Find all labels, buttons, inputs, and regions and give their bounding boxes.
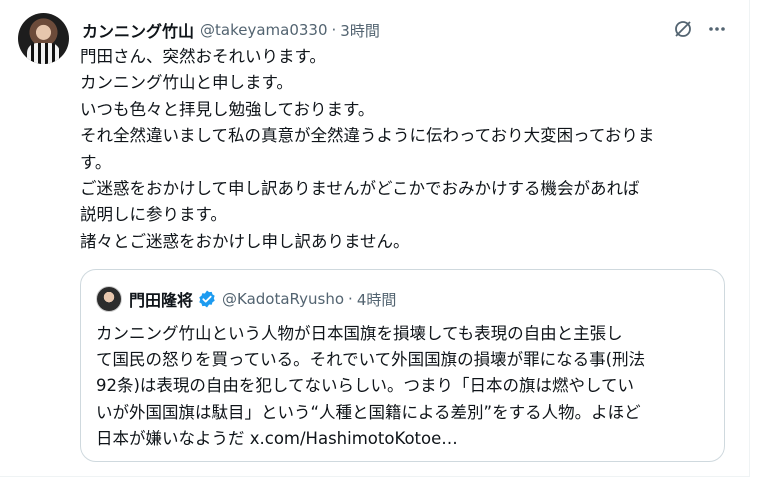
- quoted-text-line: いが外国国旗は駄目」という“人種と国籍による差別”をする人物。よほど: [96, 402, 641, 422]
- author-handle[interactable]: @takeyama0330: [200, 21, 328, 39]
- timeline-border-right: [749, 0, 750, 477]
- quoted-text-line: 日本が嫌いなようだ x.com/HashimotoKotoe…: [96, 428, 458, 448]
- grok-button[interactable]: [672, 18, 694, 40]
- grok-icon: [675, 21, 691, 37]
- tweet-text-line: ご迷惑をおかけして申し訳ありませんがどこかでおみかけする機会があれば: [80, 179, 640, 199]
- author-avatar[interactable]: [18, 13, 69, 64]
- quoted-author-name[interactable]: 門田隆将: [129, 287, 193, 311]
- more-options-button[interactable]: [706, 18, 728, 40]
- quoted-tweet-text: カンニング竹山という人物が日本国旗を損壊しても表現の自由と主張し て国民の怒りを…: [96, 321, 716, 452]
- tweet-text: 門田さん、突然おそれいります。 カンニング竹山と申します。 いつも色々と拝見し勉…: [80, 44, 732, 255]
- tweet-text-line: す。: [80, 152, 112, 172]
- tweet-text-line: それ全然違いまして私の真意が全然違うように伝わっており大変困っておりま: [80, 126, 655, 146]
- tweet-header: カンニング竹山 @takeyama0330 · 3時間: [82, 19, 380, 41]
- quoted-header-separator: ·: [348, 290, 353, 308]
- quoted-tweet-header: 門田隆将 @KadotaRyusho · 4時間: [129, 288, 396, 310]
- tweet-text-line: いつも色々と拝見し勉強しております。: [80, 99, 375, 119]
- author-name[interactable]: カンニング竹山: [82, 18, 194, 42]
- quoted-text-line: カンニング竹山という人物が日本国旗を損壊しても表現の自由と主張し: [96, 324, 623, 343]
- quoted-text-line: て国民の怒りを買っている。それでいて外国国旗の損壊が罪になる事(刑法: [96, 350, 646, 370]
- quoted-tweet-time[interactable]: 4時間: [357, 289, 397, 310]
- more-icon: [709, 27, 725, 31]
- quoted-author-avatar[interactable]: [96, 286, 122, 312]
- tweet-text-line: 説明しに参ります。: [80, 205, 227, 225]
- quoted-author-handle[interactable]: @KadotaRyusho: [222, 290, 344, 308]
- verified-badge-icon: [199, 290, 215, 308]
- tweet-text-line: 門田さん、突然おそれいります。: [80, 47, 326, 66]
- tweet-time[interactable]: 3時間: [340, 20, 380, 41]
- quoted-text-line: 92条)は表現の自由を犯してないらしい。つまり「日本の旗は燃やしてい: [96, 376, 634, 396]
- header-separator: ·: [331, 21, 337, 39]
- tweet-text-line: カンニング竹山と申します。: [80, 73, 293, 93]
- quoted-tweet-card[interactable]: 門田隆将 @KadotaRyusho · 4時間 カンニング竹山という人物が日本…: [80, 269, 725, 462]
- tweet-text-line: 諸々とご迷惑をおかけし申し訳ありません。: [80, 231, 410, 251]
